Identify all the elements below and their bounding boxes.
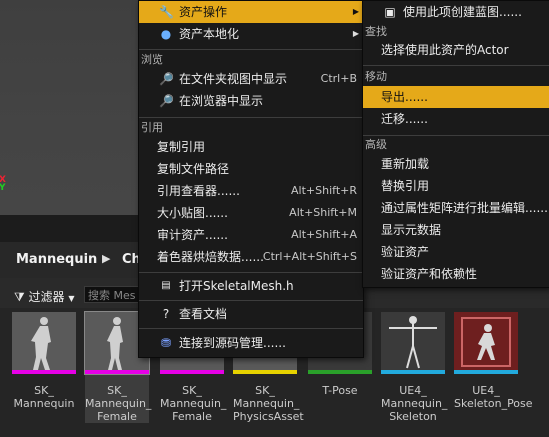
menu-item-bulk-edit[interactable]: 通过属性矩阵进行批量编辑......: [363, 197, 549, 219]
menu-item-validate-asset-deps[interactable]: 验证资产和依赖性: [363, 263, 549, 285]
magnifier-icon: 🔎: [159, 94, 174, 108]
asset-actions-submenu: ▣ 使用此项创建蓝图...... 查找 选择使用此资产的Actor 移动 导出.…: [362, 0, 549, 288]
asset-context-menu: 🔧 资产操作 ▶ ● 资产本地化 ▶ 浏览 🔎 在文件夹视图中显示 Ctrl+B…: [138, 0, 364, 358]
asset-name: SK_ Mannequin_ PhysicsAsset: [233, 384, 304, 423]
menu-item-copy-file-path[interactable]: 复制文件路径: [139, 158, 363, 180]
menu-section-advanced: 高级: [365, 138, 387, 151]
asset-type-bar: [233, 370, 297, 374]
menu-separator: [363, 135, 549, 136]
asset-type-bar: [308, 370, 372, 374]
menu-section-browse: 浏览: [141, 53, 163, 66]
asset-tile[interactable]: UE4_ Mannequin_ Skeleton: [381, 312, 448, 423]
chevron-down-icon: ▼: [68, 294, 75, 303]
menu-item-open-source-file[interactable]: ▤ 打开SkeletalMesh.h: [139, 275, 363, 297]
menu-separator: [139, 328, 363, 329]
chevron-right-icon[interactable]: ▶: [102, 252, 110, 265]
menu-item-reload[interactable]: 重新加载: [363, 153, 549, 175]
menu-separator: [139, 117, 363, 118]
search-input[interactable]: 搜索 Mes: [84, 286, 144, 303]
shortcut-label: Alt+Shift+M: [289, 206, 357, 219]
breadcrumb-item-mannequin[interactable]: Mannequin: [16, 252, 97, 267]
menu-item-audit-assets[interactable]: 审计资产...... Alt+Shift+A: [139, 224, 363, 246]
menu-item-export[interactable]: 导出......: [363, 86, 549, 108]
menu-item-copy-reference[interactable]: 复制引用: [139, 136, 363, 158]
asset-name: T-Pose: [322, 384, 358, 397]
menu-section-find: 查找: [365, 25, 387, 38]
asset-type-bar: [12, 370, 76, 374]
menu-item-asset-actions[interactable]: 🔧 资产操作 ▶: [139, 1, 363, 23]
asset-tile[interactable]: SK_ Mannequin: [12, 312, 76, 410]
menu-item-view-docs[interactable]: ? 查看文档: [139, 303, 363, 325]
menu-item-asset-localization[interactable]: ● 资产本地化 ▶: [139, 23, 363, 45]
asset-thumbnail: [381, 312, 445, 374]
magnifier-icon: 🔎: [159, 72, 174, 86]
asset-name: SK_ Mannequin_ Female: [160, 384, 227, 423]
wrench-icon: 🔧: [159, 5, 174, 19]
filters-label: 过滤器: [28, 290, 65, 304]
asset-name: UE4_ Skeleton_Pose: [454, 384, 533, 410]
asset-type-bar: [85, 370, 149, 374]
menu-item-replace-references[interactable]: 替换引用: [363, 175, 549, 197]
axis-y-label: Y: [0, 183, 6, 193]
menu-item-validate-asset[interactable]: 验证资产: [363, 241, 549, 263]
menu-separator: [139, 272, 363, 273]
menu-item-migrate[interactable]: 迁移......: [363, 108, 549, 130]
menu-separator: [363, 65, 549, 66]
menu-section-reference: 引用: [141, 121, 163, 134]
asset-name: SK_ Mannequin: [13, 384, 75, 410]
shortcut-label: Ctrl+B: [320, 72, 357, 85]
asset-name: SK_ Mannequin_ Female: [85, 384, 152, 423]
asset-type-bar: [381, 370, 445, 374]
source-control-icon: ⛃: [160, 336, 172, 350]
menu-item-show-in-browser[interactable]: 🔎 在浏览器中显示: [139, 90, 363, 112]
menu-separator: [139, 49, 363, 50]
menu-item-show-metadata[interactable]: 显示元数据: [363, 219, 549, 241]
asset-thumbnail: [454, 312, 518, 374]
menu-item-show-in-folder[interactable]: 🔎 在文件夹视图中显示 Ctrl+B: [139, 68, 363, 90]
shortcut-label: Alt+Shift+R: [291, 184, 357, 197]
asset-tile[interactable]: UE4_ Skeleton_Pose: [454, 312, 533, 410]
menu-item-create-blueprint[interactable]: ▣ 使用此项创建蓝图......: [363, 1, 549, 23]
globe-icon: ●: [160, 27, 172, 41]
menu-item-select-actor[interactable]: 选择使用此资产的Actor: [363, 39, 549, 61]
asset-thumbnail: [12, 312, 76, 374]
menu-item-shader-cook[interactable]: 着色器烘焙数据...... Ctrl+Alt+Shift+S: [139, 246, 363, 268]
menu-item-reference-viewer[interactable]: 引用查看器...... Alt+Shift+R: [139, 180, 363, 202]
filters-button[interactable]: ⧩ 过滤器 ▼: [14, 288, 75, 305]
asset-name: UE4_ Mannequin_ Skeleton: [381, 384, 448, 423]
menu-section-move: 移动: [365, 70, 387, 83]
submenu-arrow-icon: ▶: [352, 29, 359, 38]
asset-type-bar: [160, 370, 224, 374]
menu-item-connect-source-control[interactable]: ⛃ 连接到源码管理......: [139, 332, 363, 354]
menu-separator: [139, 300, 363, 301]
code-file-icon: ▤: [161, 280, 171, 291]
blueprint-icon: ▣: [384, 5, 396, 19]
help-icon: ?: [162, 307, 170, 321]
submenu-arrow-icon: ▶: [352, 7, 359, 16]
asset-type-bar: [454, 370, 518, 374]
funnel-icon: ⧩: [14, 290, 25, 304]
shortcut-label: Ctrl+Alt+Shift+S: [262, 250, 357, 263]
shortcut-label: Alt+Shift+A: [291, 228, 357, 241]
menu-item-size-map[interactable]: 大小贴图...... Alt+Shift+M: [139, 202, 363, 224]
